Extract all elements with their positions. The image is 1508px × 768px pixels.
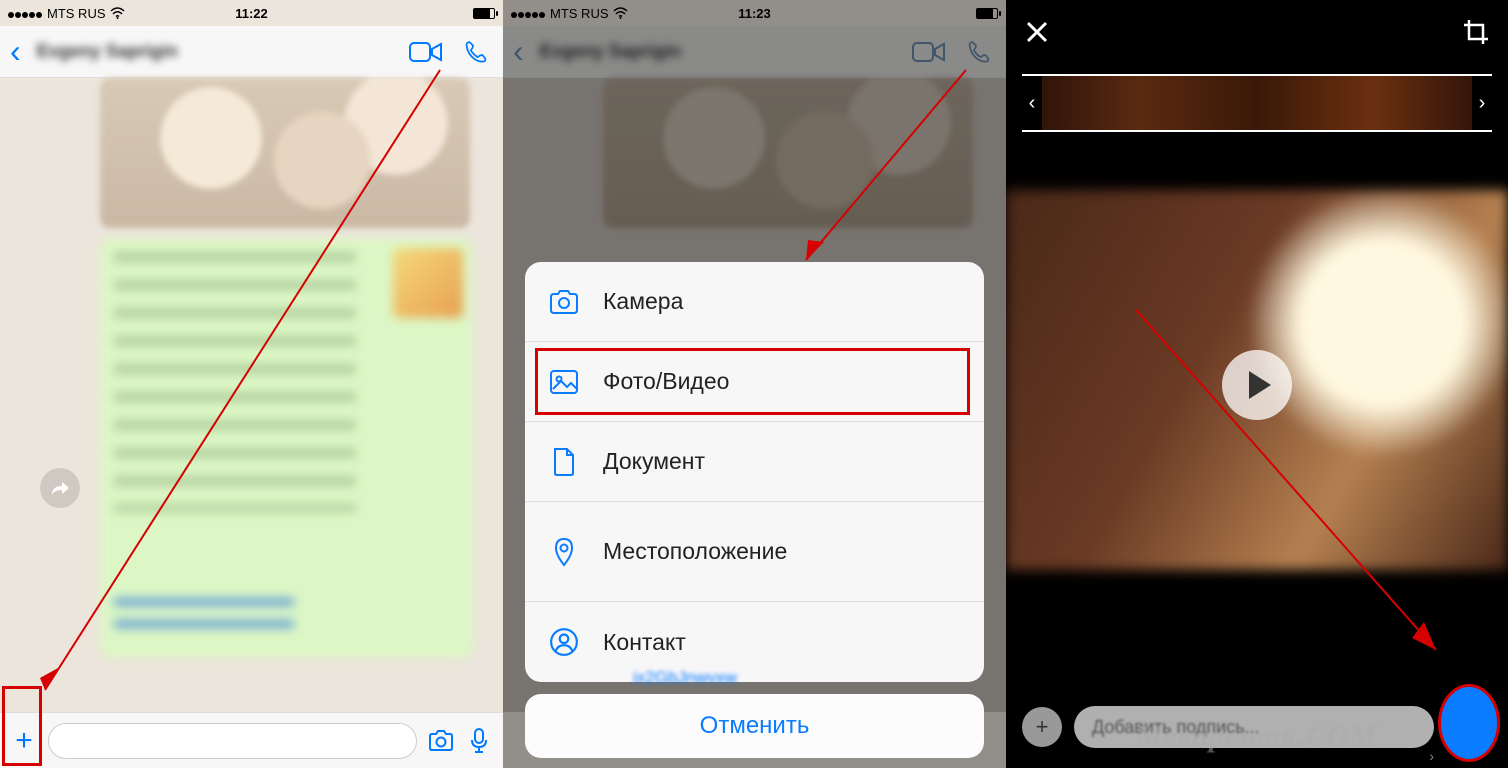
caption-placeholder: Добавить подпись...: [1092, 717, 1260, 738]
mic-icon[interactable]: [465, 727, 493, 755]
clock-label: 11:22: [0, 6, 503, 21]
caption-bar: + Добавить подпись...: [1022, 704, 1492, 750]
message-photo[interactable]: [100, 78, 470, 228]
attachment-sheet-screen: MTS RUS 11:23 ‹ Evgeny Saprigin ix2GbJnw…: [503, 0, 1006, 768]
sheet-item-contact[interactable]: Контакт: [525, 602, 984, 682]
highlight-photo-video: [535, 348, 970, 415]
editor-topbar: [1006, 0, 1508, 64]
sheet-label: Документ: [603, 448, 705, 475]
play-icon[interactable]: [1222, 350, 1292, 420]
link-thumbnail: [393, 248, 463, 318]
add-media-button[interactable]: +: [1022, 707, 1062, 747]
trim-left-handle[interactable]: ‹: [1022, 76, 1042, 130]
blurred-link[interactable]: [114, 598, 294, 638]
sheet-item-camera[interactable]: Камера: [525, 262, 984, 342]
chat-header: ‹ Evgeny Saprigin: [0, 26, 503, 78]
action-sheet: Камера Фото/Видео Документ Местоположени…: [525, 262, 984, 682]
highlight-plus: [2, 686, 42, 766]
document-icon: [549, 447, 579, 477]
blurred-text: [114, 252, 356, 512]
sheet-item-photo-video[interactable]: Фото/Видео: [525, 342, 984, 422]
location-icon: [549, 537, 579, 567]
video-trim-strip[interactable]: ‹ ›: [1022, 74, 1492, 132]
input-bar: +: [0, 712, 503, 768]
back-icon[interactable]: ‹: [10, 33, 21, 70]
cancel-label: Отменить: [700, 712, 810, 740]
chat-title[interactable]: Evgeny Saprigin: [37, 41, 393, 62]
trim-right-handle[interactable]: ›: [1472, 76, 1492, 130]
corner-chevron-icon: ›: [1429, 748, 1434, 764]
video-editor-screen: ‹ › + Добавить подпись... Мекарентк.COM …: [1006, 0, 1508, 768]
sheet-label: Камера: [603, 288, 683, 315]
sheet-item-document[interactable]: Документ: [525, 422, 984, 502]
highlight-send: [1438, 684, 1500, 762]
sheet-item-location[interactable]: Местоположение: [525, 502, 984, 602]
sheet-cancel-button[interactable]: Отменить: [525, 694, 984, 758]
camera-icon[interactable]: [427, 727, 455, 755]
caption-input[interactable]: Добавить подпись...: [1074, 706, 1434, 748]
phone-icon[interactable]: [459, 40, 493, 64]
camera-icon: [549, 287, 579, 317]
status-bar: MTS RUS 11:22: [0, 0, 503, 26]
battery-icon: [473, 8, 495, 19]
sheet-label: Местоположение: [603, 538, 787, 565]
message-input[interactable]: [48, 723, 417, 759]
close-icon[interactable]: [1024, 19, 1050, 45]
message-bubble[interactable]: [100, 238, 473, 658]
forward-icon[interactable]: [40, 468, 80, 508]
contact-icon: [549, 627, 579, 657]
videocall-icon[interactable]: [409, 40, 443, 64]
sheet-label: Контакт: [603, 629, 686, 656]
chat-body[interactable]: [0, 78, 503, 712]
blurred-link-text: ix2GbJnwvxw: [633, 668, 737, 688]
crop-icon[interactable]: [1462, 18, 1490, 46]
chat-screen: MTS RUS 11:22 ‹ Evgeny Saprigin +: [0, 0, 503, 768]
